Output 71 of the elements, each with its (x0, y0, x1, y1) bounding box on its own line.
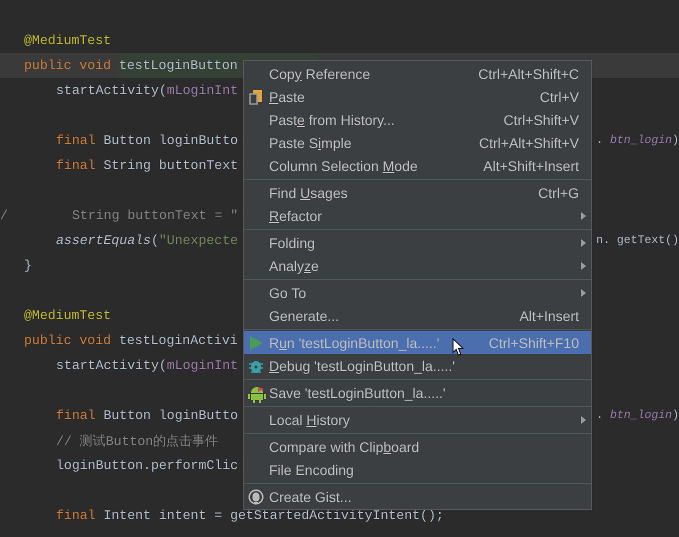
menu-item[interactable]: Go To (244, 281, 591, 304)
code-text: loginButton.performClic (56, 458, 238, 473)
menu-item-label: Generate... (269, 308, 340, 324)
menu-item[interactable]: Folding (244, 231, 591, 254)
bug-icon (248, 358, 264, 374)
menu-item[interactable]: Find Usages Ctrl+G (244, 181, 591, 204)
menu-item-label: Analyze (269, 258, 319, 274)
menu-item[interactable]: Paste Ctrl+V (244, 85, 591, 108)
mouse-pointer-icon (452, 338, 464, 356)
menu-item-label: Find Usages (269, 184, 348, 200)
code-text: btn_login (610, 134, 672, 147)
code-text: . (596, 134, 604, 147)
menu-item[interactable]: Save 'testLoginButton_la.....' (244, 381, 591, 404)
code-text: mLoginInt (166, 358, 238, 373)
code-text: public void (24, 333, 112, 348)
code-text: mLoginInt (166, 83, 238, 98)
android-icon (248, 385, 266, 403)
menu-item-label: Run 'testLoginButton_la.....' (269, 334, 440, 350)
code-text: final (56, 408, 97, 423)
menu-item-label: Paste (269, 88, 305, 104)
menu-item[interactable]: Paste Simple Ctrl+Alt+Shift+V (244, 131, 591, 154)
menu-item[interactable]: Paste from History... Ctrl+Shift+V (244, 108, 591, 131)
code-text: final (56, 508, 97, 523)
code-text: Button loginButto (103, 408, 238, 423)
menu-item[interactable]: Local History (244, 408, 591, 431)
code-text: Button loginButto (103, 133, 238, 148)
code-text: } (24, 258, 32, 273)
code-text: startActivity( (56, 83, 167, 98)
menu-item[interactable]: Create Gist... (244, 485, 591, 508)
code-text: String buttonText = " (72, 208, 238, 223)
code-text: public void (24, 58, 112, 73)
menu-item-label: Save 'testLoginButton_la.....' (269, 384, 446, 400)
menu-item-label: Column Selection Mode (269, 158, 418, 174)
menu-item-label: Compare with Clipboard (269, 438, 420, 454)
code-text: assertEquals (56, 233, 151, 248)
menu-item[interactable]: Analyze (244, 254, 591, 277)
code-text: @MediumTest (24, 33, 112, 48)
code-text: final (56, 133, 97, 148)
code-text: @MediumTest (24, 308, 112, 323)
menu-item-label: Folding (269, 234, 315, 250)
code-text: ( (150, 233, 159, 248)
code-text: "Unexpecte (158, 233, 238, 248)
code-text: . (596, 409, 604, 422)
menu-item[interactable]: Refactor (244, 204, 591, 227)
menu-item[interactable]: Compare with Clipboard (244, 435, 591, 458)
menu-item[interactable]: Debug 'testLoginButton_la.....' (244, 354, 591, 377)
clipboard-icon (248, 89, 264, 105)
menu-item-label: Go To (269, 284, 306, 300)
menu-item-label: Paste from History... (269, 112, 395, 128)
code-text: startActivity( (56, 358, 167, 373)
menu-item-label: Local History (269, 412, 350, 428)
code-text: ) (672, 134, 679, 147)
code-text: n. getText() (596, 234, 679, 247)
menu-item-label: File Encoding (269, 462, 354, 478)
code-text: // 测试Button的点击事件 (56, 432, 218, 450)
menu-item-label: Paste Simple (269, 134, 352, 150)
menu-item-label: Create Gist... (269, 488, 352, 504)
code-text: ) (672, 409, 679, 422)
menu-item[interactable]: File Encoding (244, 458, 591, 481)
github-icon (248, 489, 264, 505)
menu-item[interactable]: Generate... Alt+Insert (244, 304, 591, 327)
play-icon (248, 335, 264, 351)
code-text: testLoginActivi (118, 333, 238, 348)
gutter-mark: / (0, 208, 8, 223)
code-text: btn_login (610, 409, 672, 422)
code-text: final (56, 158, 97, 173)
code-text: Intent intent = getStartedActivityIntent(); (103, 508, 444, 523)
menu-item-label: Debug 'testLoginButton_la.....' (269, 358, 455, 374)
code-text: String buttonText (103, 158, 238, 173)
menu-item[interactable]: Column Selection Mode Alt+Shift+Insert (244, 154, 591, 177)
menu-item-label: Refactor (269, 208, 322, 224)
